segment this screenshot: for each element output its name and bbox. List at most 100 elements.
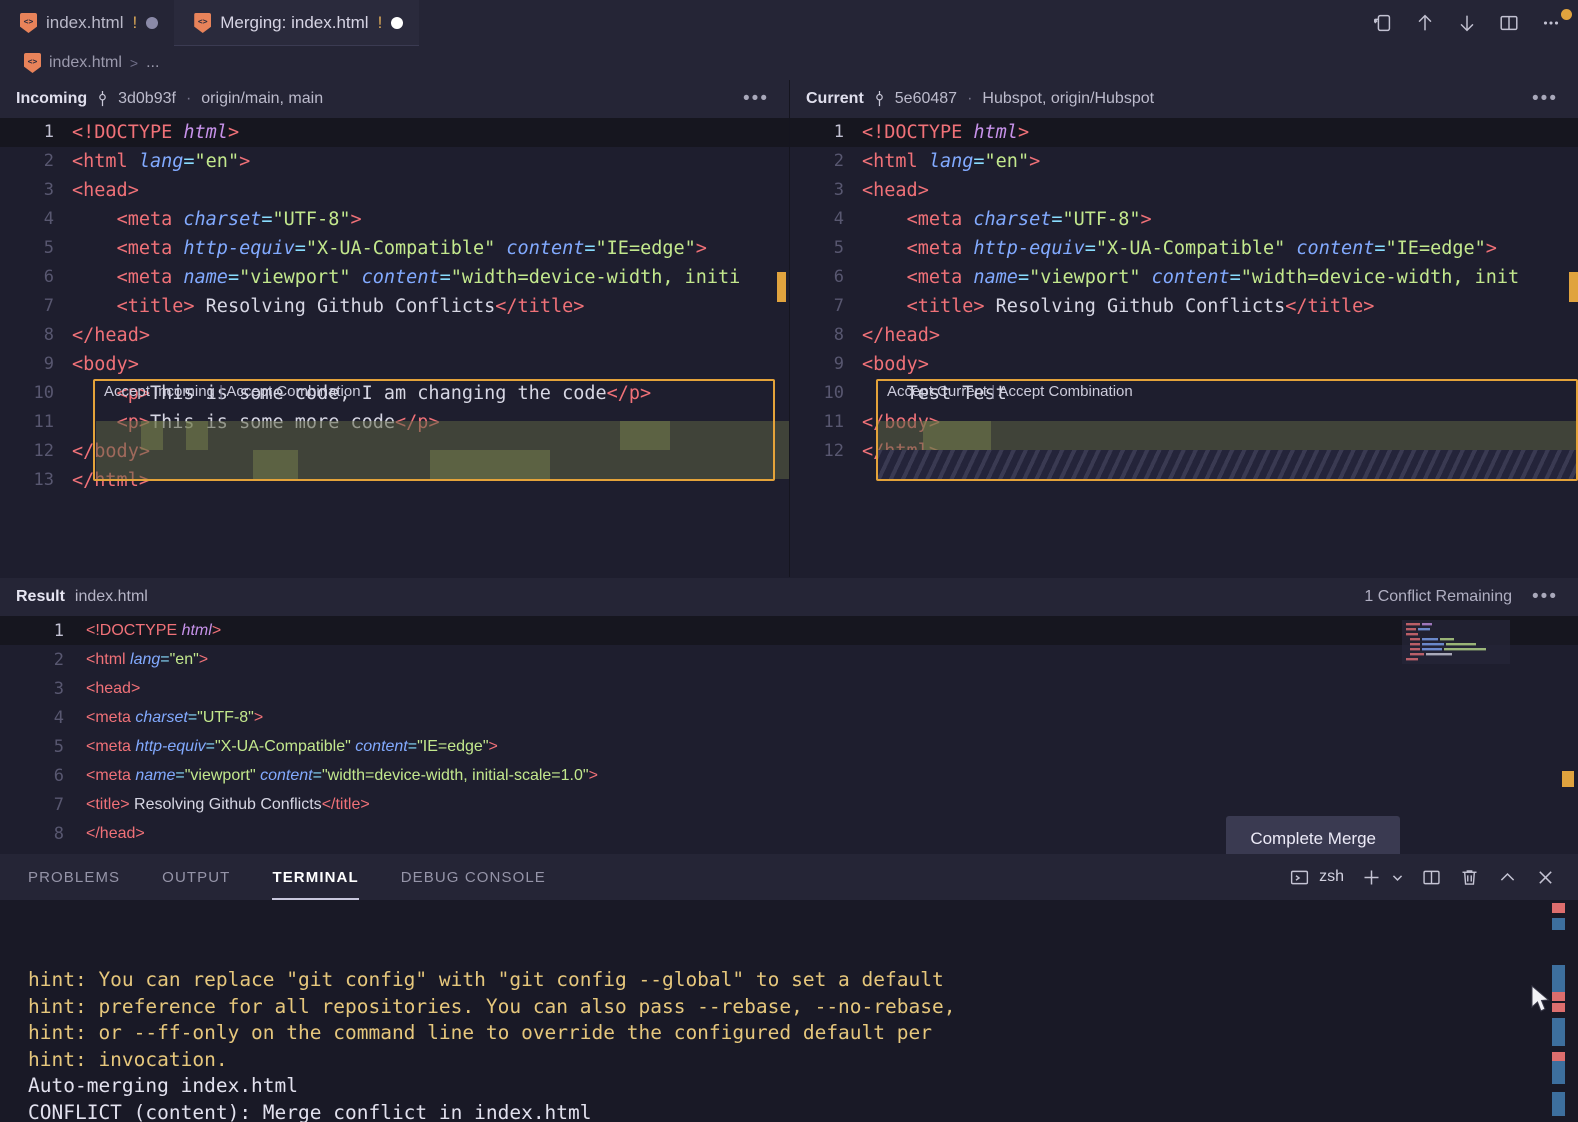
code-line[interactable]: 1<!DOCTYPE html> (0, 616, 1578, 645)
terminal-line: hint: You can replace "git config" with … (28, 967, 1578, 994)
scrollbar-marker (1552, 1052, 1565, 1061)
scrollbar-marker (1552, 965, 1565, 995)
code-line[interactable]: 8</head> (790, 321, 1578, 350)
terminal-scrollbar[interactable] (1552, 900, 1565, 1122)
incoming-pane: Incoming 3d0b93f · origin/main, main •••… (0, 80, 789, 577)
incoming-overview-marker (777, 272, 786, 302)
terminal-output[interactable]: hint: You can replace "git config" with … (0, 900, 1578, 1122)
accept-combination-link[interactable]: Accept Combination (998, 383, 1132, 400)
code-line[interactable]: 4 <meta charset="UTF-8"> (0, 703, 1578, 732)
code-line[interactable]: 5 <meta http-equiv="X-UA-Compatible" con… (0, 732, 1578, 761)
code-line[interactable]: 3<head> (0, 674, 1578, 703)
tab-dirty-indicator[interactable] (391, 17, 403, 29)
code-line[interactable]: 1<!DOCTYPE html> (0, 118, 789, 147)
tab-warning-marker: ! (132, 13, 137, 33)
incoming-word-diff (253, 450, 298, 479)
bottom-panel: PROBLEMS OUTPUT TERMINAL DEBUG CONSOLE z… (0, 854, 1578, 1122)
line-number: 3 (790, 176, 862, 205)
code-line[interactable]: 5 <meta http-equiv="X-UA-Compatible" con… (790, 234, 1578, 263)
line-number: 3 (0, 679, 86, 699)
scrollbar-marker (1552, 1092, 1565, 1116)
terminal-shell-icon[interactable] (1289, 867, 1310, 888)
code-line[interactable]: 2<html lang="en"> (0, 147, 789, 176)
arrow-down-icon[interactable] (1456, 12, 1478, 34)
editor-actions (1372, 0, 1562, 46)
chevron-down-icon[interactable] (1399, 871, 1404, 884)
code-text: <meta http-equiv="X-UA-Compatible" conte… (862, 234, 1578, 263)
current-code[interactable]: 1<!DOCTYPE html>2<html lang="en">3<head>… (790, 118, 1578, 466)
code-line[interactable]: 6 <meta name="viewport" content="width=d… (0, 761, 1578, 790)
current-title: Current (806, 90, 864, 108)
trash-icon[interactable] (1459, 867, 1480, 888)
line-number: 1 (0, 621, 86, 641)
code-line[interactable]: 3<head> (0, 176, 789, 205)
code-line[interactable]: 4 <meta charset="UTF-8"> (0, 205, 789, 234)
tab-output[interactable]: OUTPUT (162, 854, 230, 900)
code-line[interactable]: 5 <meta http-equiv="X-UA-Compatible" con… (0, 234, 789, 263)
tab-debug-console[interactable]: DEBUG CONSOLE (401, 854, 546, 900)
breadcrumb-item-file[interactable]: index.html (49, 54, 122, 72)
split-editor-icon[interactable] (1372, 12, 1394, 34)
arrow-up-icon[interactable] (1414, 12, 1436, 34)
code-line[interactable]: 6 <meta name="viewport" content="width=d… (0, 263, 789, 292)
code-line[interactable]: 9<body> (790, 350, 1578, 379)
tab-dirty-indicator[interactable] (146, 17, 158, 29)
result-title: Result (16, 588, 65, 606)
separator-dot: · (967, 90, 972, 108)
current-deleted-line-hatch (878, 450, 1578, 481)
result-more-icon[interactable]: ••• (1532, 586, 1558, 608)
code-text: <!DOCTYPE html> (862, 118, 1578, 147)
complete-merge-button[interactable]: Complete Merge (1226, 816, 1400, 854)
notification-dot[interactable] (1561, 9, 1572, 20)
incoming-title: Incoming (16, 90, 87, 108)
incoming-word-diff (620, 421, 670, 450)
code-line[interactable]: 4 <meta charset="UTF-8"> (790, 205, 1578, 234)
tab-merging-index-html[interactable]: Merging: index.html ! (174, 0, 419, 46)
code-line[interactable]: 9<body> (0, 350, 789, 379)
line-number: 13 (0, 466, 72, 495)
html-file-icon (24, 53, 41, 73)
incoming-more-icon[interactable]: ••• (743, 88, 769, 110)
result-pane: Result index.html 1 Conflict Remaining •… (0, 578, 1578, 854)
terminal-shell-label[interactable]: zsh (1319, 868, 1344, 886)
line-number: 4 (790, 205, 862, 234)
code-line[interactable]: 7 <title> Resolving Github Conflicts</ti… (0, 790, 1578, 819)
accept-combination-link[interactable]: Accept Combination (226, 383, 360, 400)
code-line[interactable]: 2<html lang="en"> (0, 645, 1578, 674)
code-line[interactable]: 3<head> (790, 176, 1578, 205)
code-text: <meta http-equiv="X-UA-Compatible" conte… (86, 738, 1578, 756)
incoming-conflict-actions[interactable]: Accept Incoming | Accept Combination (98, 383, 361, 400)
split-terminal-icon[interactable] (1421, 867, 1442, 888)
scrollbar-marker (1552, 1018, 1565, 1046)
chevron-up-icon[interactable] (1497, 867, 1518, 888)
current-more-icon[interactable]: ••• (1532, 88, 1558, 110)
minimap[interactable] (1402, 620, 1510, 664)
breadcrumb-item-more[interactable]: ... (146, 54, 159, 72)
code-text: </head> (862, 321, 1578, 350)
result-filename: index.html (75, 588, 148, 606)
close-icon[interactable] (1535, 867, 1556, 888)
line-number: 4 (0, 205, 72, 234)
line-number: 5 (0, 737, 86, 757)
tab-label: Merging: index.html (220, 13, 368, 33)
terminal-line: hint: or --ff-only on the command line t… (28, 1020, 1578, 1047)
tab-problems[interactable]: PROBLEMS (28, 854, 120, 900)
code-line[interactable]: 2<html lang="en"> (790, 147, 1578, 176)
line-number: 7 (0, 795, 86, 815)
breadcrumb: index.html > ... (0, 46, 1578, 80)
code-line[interactable]: 7 <title> Resolving Github Conflicts</ti… (790, 292, 1578, 321)
plus-icon[interactable] (1361, 867, 1382, 888)
code-line[interactable]: 6 <meta name="viewport" content="width=d… (790, 263, 1578, 292)
accept-incoming-link[interactable]: Accept Incoming (104, 383, 215, 400)
layout-columns-icon[interactable] (1498, 12, 1520, 34)
code-line[interactable]: 1<!DOCTYPE html> (790, 118, 1578, 147)
code-line[interactable]: 8</head> (0, 321, 789, 350)
more-actions-icon[interactable] (1540, 12, 1562, 34)
result-code-editor[interactable]: 1<!DOCTYPE html>2<html lang="en">3<head>… (0, 616, 1578, 854)
tab-terminal[interactable]: TERMINAL (272, 854, 358, 900)
current-conflict-actions[interactable]: Accept Current | Accept Combination (881, 383, 1133, 400)
accept-current-link[interactable]: Accept Current (887, 383, 987, 400)
code-text: <html lang="en"> (72, 147, 789, 176)
code-line[interactable]: 7 <title> Resolving Github Conflicts</ti… (0, 292, 789, 321)
tab-index-html[interactable]: index.html ! (0, 0, 174, 46)
